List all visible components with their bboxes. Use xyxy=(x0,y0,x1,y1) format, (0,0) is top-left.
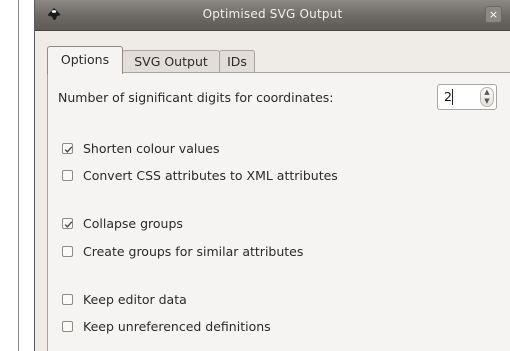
checkbox-label: Shorten colour values xyxy=(83,141,220,156)
tab-svg-output[interactable]: SVG Output xyxy=(122,50,220,73)
tab-options-label: Options xyxy=(60,52,110,67)
title-bar[interactable]: Optimised SVG Output × xyxy=(35,0,510,31)
tab-options[interactable]: Options xyxy=(47,46,123,74)
close-button[interactable]: × xyxy=(485,6,502,23)
checkbox-box[interactable] xyxy=(62,218,73,229)
checkbox-box[interactable] xyxy=(62,170,73,181)
screen: Optimised SVG Output × Options SVG Outpu… xyxy=(0,0,510,351)
checkmark-icon xyxy=(64,221,73,228)
checkbox-label: Keep editor data xyxy=(83,292,187,307)
text-cursor xyxy=(452,89,453,105)
tab-ids-label: IDs xyxy=(227,54,247,69)
options-panel: Number of significant digits for coordin… xyxy=(47,72,510,351)
spin-up-icon[interactable]: ▲ xyxy=(481,88,493,97)
optimised-svg-output-dialog: Optimised SVG Output × Options SVG Outpu… xyxy=(34,0,510,351)
dialog-title: Optimised SVG Output xyxy=(202,7,343,21)
close-icon: × xyxy=(488,8,499,21)
significant-digits-value[interactable]: 2 xyxy=(444,89,452,104)
checkbox-label: Create groups for similar attributes xyxy=(83,244,304,259)
checkbox-box[interactable] xyxy=(62,294,73,305)
checkbox-label: Convert CSS attributes to XML attributes xyxy=(83,168,338,183)
background-divider xyxy=(18,0,19,351)
spin-buttons: ▲ ▼ xyxy=(480,87,494,107)
checkbox-box[interactable] xyxy=(62,143,73,154)
tab-ids[interactable]: IDs xyxy=(219,50,255,73)
checkbox-box[interactable] xyxy=(62,321,73,332)
checkbox-box[interactable] xyxy=(62,246,73,257)
checkmark-icon xyxy=(64,146,73,153)
spin-down-icon[interactable]: ▼ xyxy=(481,97,493,106)
significant-digits-label: Number of significant digits for coordin… xyxy=(58,90,334,105)
significant-digits-spinbox[interactable]: 2 ▲ ▼ xyxy=(437,84,497,110)
checkbox-label: Keep unreferenced definitions xyxy=(83,319,271,334)
tab-svg-output-label: SVG Output xyxy=(134,54,208,69)
checkbox-label: Collapse groups xyxy=(83,216,183,231)
